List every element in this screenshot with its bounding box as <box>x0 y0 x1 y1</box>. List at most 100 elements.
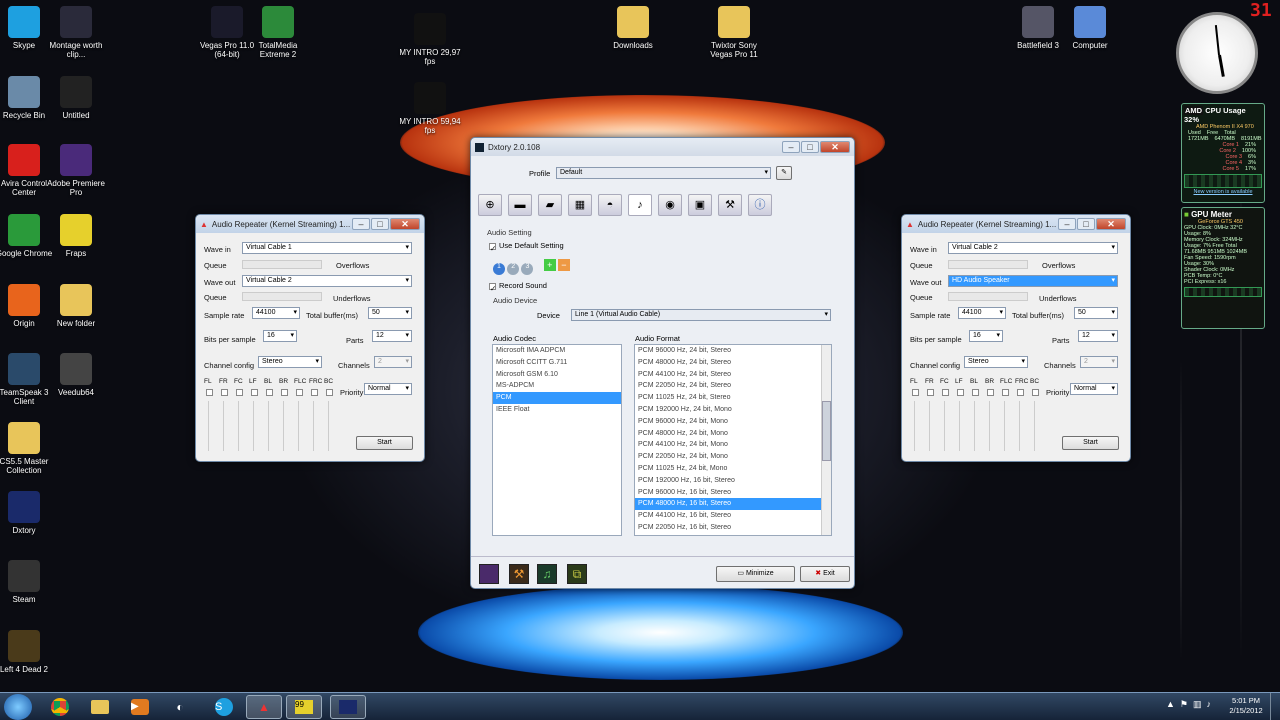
desktop-icon[interactable]: Untitled <box>41 76 111 120</box>
desktop-icon[interactable]: Computer <box>1055 6 1125 50</box>
remove-source-icon[interactable]: − <box>557 259 570 271</box>
desktop-icon[interactable]: Steam <box>0 560 59 604</box>
wave-in-select[interactable]: Virtual Cable 2 <box>948 242 1118 254</box>
taskbar-skype-icon[interactable]: S <box>206 695 242 719</box>
format-item[interactable]: PCM 96000 Hz, 24 bit, Mono <box>635 416 831 428</box>
media-icon[interactable]: ♫ <box>537 564 557 584</box>
speaker-checkbox[interactable] <box>206 389 213 396</box>
desktop-icon[interactable]: Downloads <box>598 6 668 50</box>
desktop-icon[interactable]: Montage worth clip... <box>41 6 111 59</box>
desktop-icon[interactable]: TotalMedia Extreme 2 <box>243 6 313 59</box>
record-sound-checkbox[interactable]: ✓ Record Sound <box>489 281 547 293</box>
speaker-checkbox[interactable] <box>927 389 934 396</box>
desktop-icon[interactable]: MY INTRO 59,94 fps <box>395 82 465 135</box>
speaker-checkbox[interactable] <box>912 389 919 396</box>
speaker-checkbox[interactable] <box>221 389 228 396</box>
codec-item[interactable]: MS-ADPCM <box>493 380 621 392</box>
minimize-window-button[interactable]: – <box>352 218 370 230</box>
monitor-tab-icon[interactable]: ▬ <box>508 194 532 216</box>
tray-up-arrow-icon[interactable]: ▲ <box>1166 699 1175 710</box>
edit-profile-button[interactable]: ✎ <box>776 166 792 180</box>
start-button[interactable]: Start <box>356 436 413 450</box>
speaker-checkbox[interactable] <box>326 389 333 396</box>
desktop-icon[interactable]: Left 4 Dead 2 <box>0 630 59 674</box>
device-select[interactable]: Line 1 (Virtual Audio Cable) <box>571 309 831 321</box>
maximize-window-button[interactable]: □ <box>1077 218 1095 230</box>
format-item[interactable]: PCM 44100 Hz, 24 bit, Mono <box>635 439 831 451</box>
desktop-icon[interactable]: MY INTRO 29,97 fps <box>395 13 465 66</box>
wave-out-select[interactable]: Virtual Cable 2 <box>242 275 412 287</box>
hdd-tab-icon[interactable]: ◓ <box>598 194 622 216</box>
codec-item[interactable]: PCM <box>493 392 621 404</box>
format-item[interactable]: PCM 192000 Hz, 16 bit, Stereo <box>635 475 831 487</box>
info-tab-icon[interactable]: ⓘ <box>748 194 772 216</box>
add-source-icon[interactable]: + <box>543 259 556 271</box>
source-1-button[interactable]: 1 <box>493 263 505 275</box>
use-default-setting-checkbox[interactable]: ✓ Use Default Setting <box>489 241 564 253</box>
taskbar-audio-repeater-icon[interactable]: ▲ <box>246 695 282 719</box>
channels-stepper[interactable]: 2 <box>374 356 412 368</box>
desktop-icon[interactable]: New folder <box>41 284 111 328</box>
cpu-usage-gadget[interactable]: AMD CPU Usage 32% AMD Phenom II X4 970 U… <box>1181 103 1265 203</box>
format-item[interactable]: PCM 48000 Hz, 24 bit, Stereo <box>635 357 831 369</box>
format-item[interactable]: PCM 22050 Hz, 24 bit, Stereo <box>635 380 831 392</box>
speaker-checkbox[interactable] <box>236 389 243 396</box>
bits-per-sample-select[interactable]: 16 <box>969 330 1003 342</box>
speaker-checkbox[interactable] <box>942 389 949 396</box>
tray-volume-icon[interactable]: ♪ <box>1207 699 1212 710</box>
minimize-window-button[interactable]: – <box>1058 218 1076 230</box>
format-item[interactable]: PCM 11025 Hz, 24 bit, Mono <box>635 463 831 475</box>
exit-button[interactable]: ✖ Exit <box>800 566 850 582</box>
format-item[interactable]: PCM 11025 Hz, 24 bit, Stereo <box>635 392 831 404</box>
codec-item[interactable]: Microsoft CCITT G.711 <box>493 357 621 369</box>
audio-codec-list[interactable]: Microsoft IMA ADPCM Microsoft CCITT G.711… <box>492 344 622 536</box>
source-3-button[interactable]: 3 <box>521 263 534 275</box>
wave-in-select[interactable]: Virtual Cable 1 <box>242 242 412 254</box>
clock-gadget[interactable] <box>1176 12 1258 94</box>
format-item[interactable]: PCM 192000 Hz, 24 bit, Mono <box>635 404 831 416</box>
format-item[interactable]: PCM 48000 Hz, 16 bit, Stereo <box>635 498 831 511</box>
maximize-window-button[interactable]: □ <box>801 141 819 153</box>
sample-rate-select[interactable]: 44100 <box>252 307 300 319</box>
speaker-checkbox[interactable] <box>281 389 288 396</box>
speaker-checkbox[interactable] <box>987 389 994 396</box>
close-window-button[interactable]: ✕ <box>390 218 420 230</box>
format-item[interactable]: PCM 44100 Hz, 24 bit, Stereo <box>635 369 831 381</box>
dxtory-window[interactable]: Dxtory 2.0.108 –□✕ Profile Default ✎ ⊕ ▬ ▰… <box>470 137 855 589</box>
taskbar-teamspeak-icon[interactable]: ◐ <box>162 695 198 719</box>
taskbar-explorer-icon[interactable] <box>82 695 118 719</box>
speaker-checkbox[interactable] <box>957 389 964 396</box>
crosshair-tab-icon[interactable]: ⊕ <box>478 194 502 216</box>
format-item[interactable]: PCM 44100 Hz, 16 bit, Stereo <box>635 510 831 522</box>
sample-rate-select[interactable]: 44100 <box>958 307 1006 319</box>
speaker-checkbox[interactable] <box>296 389 303 396</box>
keyboard-tab-icon[interactable]: ▦ <box>568 194 592 216</box>
taskbar-dxtory-icon[interactable] <box>330 695 366 719</box>
priority-select[interactable]: Normal <box>364 383 412 395</box>
minimize-window-button[interactable]: – <box>782 141 800 153</box>
speaker-checkbox[interactable] <box>1002 389 1009 396</box>
repeater-title-bar[interactable]: ▲ Audio Repeater (Kernel Streaming) 1... –… <box>902 215 1130 233</box>
audio-repeater-window-right[interactable]: ▲ Audio Repeater (Kernel Streaming) 1... –… <box>901 214 1131 462</box>
speaker-checkbox[interactable] <box>266 389 273 396</box>
chip-tab-icon[interactable]: ▣ <box>688 194 712 216</box>
source-2-button[interactable]: 2 <box>507 263 520 275</box>
codec-item[interactable]: Microsoft GSM 6.10 <box>493 369 621 381</box>
channels-stepper[interactable]: 2 <box>1080 356 1118 368</box>
format-scroll-thumb[interactable] <box>822 401 831 461</box>
desktop-icon[interactable]: Fraps <box>41 214 111 258</box>
format-item[interactable]: PCM 22050 Hz, 16 bit, Stereo <box>635 522 831 534</box>
total-buffer-select[interactable]: 50 <box>1074 307 1118 319</box>
format-item[interactable]: PCM 22050 Hz, 24 bit, Mono <box>635 451 831 463</box>
parts-select[interactable]: 12 <box>372 330 412 342</box>
taskbar-fraps-icon[interactable]: 99 <box>286 695 322 719</box>
tools-icon[interactable]: ⚒ <box>509 564 529 584</box>
cpu-update-link[interactable]: New version is available <box>1184 189 1262 195</box>
taskbar-media-player-icon[interactable]: ▶ <box>122 695 158 719</box>
channel-config-select[interactable]: Stereo <box>964 356 1028 368</box>
format-item[interactable]: PCM 96000 Hz, 24 bit, Stereo <box>635 345 831 357</box>
repeater-title-bar[interactable]: ▲ Audio Repeater (Kernel Streaming) 1... –… <box>196 215 424 233</box>
close-window-button[interactable]: ✕ <box>820 141 850 153</box>
gpu-meter-gadget[interactable]: ■ GPU Meter GeForce GTS 450 GPU Clock: 0… <box>1181 207 1265 329</box>
bits-per-sample-select[interactable]: 16 <box>263 330 297 342</box>
